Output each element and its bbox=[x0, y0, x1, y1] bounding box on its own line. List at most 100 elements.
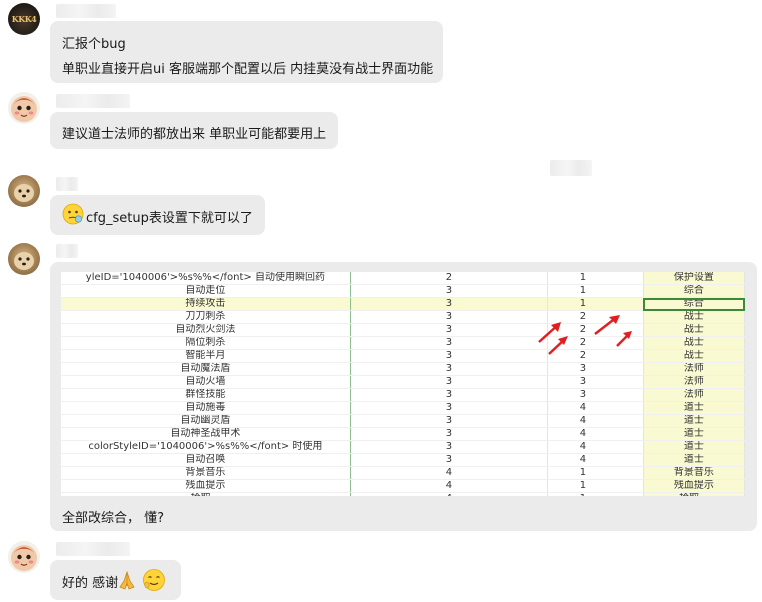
message-bubble[interactable]: 好的 感谢 bbox=[50, 560, 181, 600]
cell-empty bbox=[592, 414, 644, 428]
cell-type: 拾取... bbox=[642, 492, 745, 496]
cell-type: 法师 bbox=[642, 362, 745, 376]
cell-name: 自动魔法盾 bbox=[61, 362, 351, 376]
cell-empty bbox=[592, 492, 644, 496]
table-row: colorStyleID='1040006'>%s%%</font> 时使用 3 4… bbox=[61, 440, 745, 454]
cell-level: 3 bbox=[349, 349, 548, 363]
cell-group: 3 bbox=[547, 388, 593, 402]
table-row: 自动施毒 3 4 道士 bbox=[61, 401, 745, 415]
cell-group: 4 bbox=[547, 401, 593, 415]
cell-empty bbox=[592, 388, 644, 402]
avatar[interactable] bbox=[8, 175, 40, 207]
cell-level: 3 bbox=[349, 414, 548, 428]
cell-group: 4 bbox=[547, 440, 593, 454]
cell-name: 拾取... bbox=[61, 492, 351, 496]
message-bubble[interactable]: cfg_setup表设置下就可以了 bbox=[50, 195, 265, 235]
config-table: yleID='1040006'>%s%%</font> 自动使用瞬回药 2 1 保护设… bbox=[61, 272, 745, 496]
table-row: 背景音乐 4 1 背景音乐 bbox=[61, 466, 745, 480]
folded-hands-emoji-icon bbox=[116, 569, 138, 595]
cell-level: 3 bbox=[349, 362, 548, 376]
cell-empty bbox=[592, 284, 644, 298]
cell-name: 刀刀刺杀 bbox=[61, 310, 351, 324]
table-row: 智能半月 3 2 战士 bbox=[61, 349, 745, 363]
cell-group: 1 bbox=[547, 284, 593, 298]
cell-level: 3 bbox=[349, 388, 548, 402]
avatar[interactable] bbox=[8, 243, 40, 275]
cell-name: 智能半月 bbox=[61, 349, 351, 363]
cell-type: 战士 bbox=[642, 349, 745, 363]
spreadsheet-screenshot[interactable]: yleID='1040006'>%s%%</font> 自动使用瞬回药 2 1 保护设… bbox=[61, 272, 745, 496]
cell-empty bbox=[592, 297, 644, 311]
cell-name: 自动火墙 bbox=[61, 375, 351, 389]
cell-level: 3 bbox=[349, 323, 548, 337]
table-row: 自动魔法盾 3 3 法师 bbox=[61, 362, 745, 376]
cell-name: yleID='1040006'>%s%%</font> 自动使用瞬回药 bbox=[61, 272, 351, 285]
cell-level: 4 bbox=[349, 479, 548, 493]
cell-empty bbox=[592, 375, 644, 389]
cell-type: 道士 bbox=[642, 414, 745, 428]
cell-group: 1 bbox=[547, 297, 593, 311]
cell-name: 自动施毒 bbox=[61, 401, 351, 415]
table-row: 自动召唤 3 4 道士 bbox=[61, 453, 745, 467]
table-row: 持续攻击 3 1 综合 bbox=[61, 297, 745, 311]
cell-level: 3 bbox=[349, 401, 548, 415]
cell-group: 4 bbox=[547, 453, 593, 467]
avatar[interactable]: KKK4 bbox=[8, 3, 40, 35]
sender-name-blurred bbox=[56, 244, 78, 258]
table-row: 自动烈火剑法 3 2 战士 bbox=[61, 323, 745, 337]
avatar[interactable] bbox=[8, 541, 40, 573]
cell-type: 法师 bbox=[642, 388, 745, 402]
red-arrow-icon bbox=[616, 331, 632, 347]
avatar[interactable] bbox=[8, 92, 40, 124]
cell-empty bbox=[592, 427, 644, 441]
cell-level: 3 bbox=[349, 336, 548, 350]
table-row: 自动火墙 3 3 法师 bbox=[61, 375, 745, 389]
cell-level: 3 bbox=[349, 297, 548, 311]
cell-level: 3 bbox=[349, 375, 548, 389]
cell-empty bbox=[592, 272, 644, 285]
cell-level: 3 bbox=[349, 440, 548, 454]
cell-group: 3 bbox=[547, 375, 593, 389]
message-text: 好的 感谢 bbox=[62, 576, 119, 591]
cell-empty bbox=[592, 453, 644, 467]
cell-type: 综合 bbox=[642, 297, 745, 311]
cell-level: 4 bbox=[349, 492, 548, 496]
avatar-logo: KKK4 bbox=[11, 14, 37, 24]
cell-type: 道士 bbox=[642, 427, 745, 441]
cell-type: 道士 bbox=[642, 453, 745, 467]
cell-name: 自动烈火剑法 bbox=[61, 323, 351, 337]
table-row: yleID='1040006'>%s%%</font> 自动使用瞬回药 2 1 保护设… bbox=[61, 272, 745, 285]
cell-name: 自动走位 bbox=[61, 284, 351, 298]
message-bubble[interactable]: 建议道士法师的都放出来 单职业可能都要用上 bbox=[50, 112, 338, 149]
red-arrow-icon bbox=[548, 336, 568, 355]
message-bubble[interactable]: 汇报个bug 单职业直接开启ui 客服端那个配置以后 内挂莫没有战士界面功能 bbox=[50, 21, 443, 83]
cell-group: 1 bbox=[547, 272, 593, 285]
table-row: 群怪技能 3 3 法师 bbox=[61, 388, 745, 402]
avatar-face-icon bbox=[11, 545, 37, 571]
cell-name: 群怪技能 bbox=[61, 388, 351, 402]
cell-level: 4 bbox=[349, 466, 548, 480]
cell-name: 自动幽灵盾 bbox=[61, 414, 351, 428]
table-row: 隔位刺杀 3 2 战士 bbox=[61, 336, 745, 350]
cell-type: 法师 bbox=[642, 375, 745, 389]
sender-name-blurred bbox=[56, 94, 130, 108]
cell-type: 战士 bbox=[642, 336, 745, 350]
avatar-face-icon bbox=[11, 96, 37, 122]
cell-group: 1 bbox=[547, 492, 593, 496]
table-row: 残血提示 4 1 残血提示 bbox=[61, 479, 745, 493]
thinking-face-emoji-icon bbox=[62, 203, 84, 229]
table-row: 自动走位 3 1 综合 bbox=[61, 284, 745, 298]
cell-level: 3 bbox=[349, 310, 548, 324]
cell-level: 3 bbox=[349, 453, 548, 467]
cell-empty bbox=[592, 440, 644, 454]
message-text: 建议道士法师的都放出来 单职业可能都要用上 bbox=[62, 127, 327, 142]
sender-name-blurred bbox=[56, 542, 130, 556]
cell-group: 4 bbox=[547, 414, 593, 428]
cell-type: 道士 bbox=[642, 440, 745, 454]
cell-name: 自动神圣战甲术 bbox=[61, 427, 351, 441]
cell-group: 4 bbox=[547, 427, 593, 441]
cell-type: 道士 bbox=[642, 401, 745, 415]
sender-name-blurred bbox=[56, 177, 78, 191]
cell-name: 隔位刺杀 bbox=[61, 336, 351, 350]
cell-type: 背景音乐 bbox=[642, 466, 745, 480]
